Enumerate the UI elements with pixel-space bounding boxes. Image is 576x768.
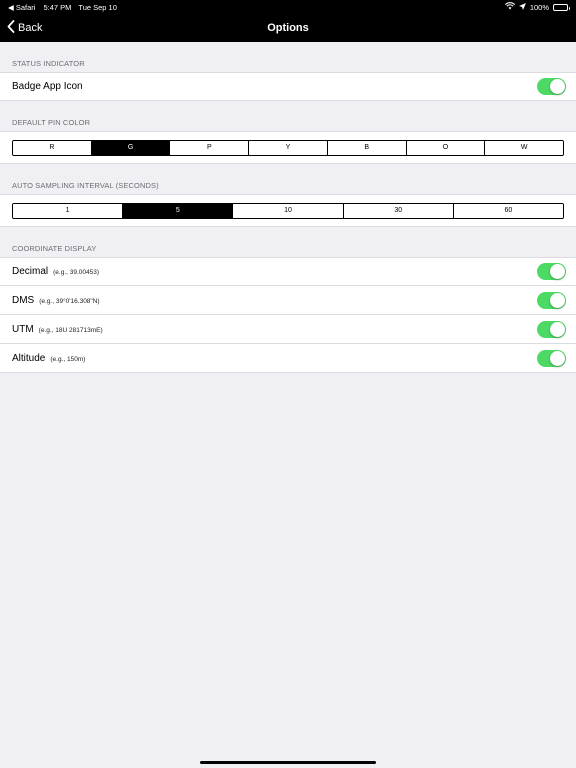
pin-color-row: RGPYBOW <box>0 131 576 164</box>
pin-color-segment-w[interactable]: W <box>484 140 563 155</box>
badge-app-icon-toggle[interactable] <box>537 78 566 95</box>
status-right: 100% <box>504 2 570 12</box>
coordinate-label: Altitude <box>12 352 46 364</box>
page-title: Options <box>267 22 309 34</box>
decimal-toggle[interactable] <box>537 263 566 280</box>
coordinate-row-utm: UTM (e.g., 18U 281713mE) <box>0 315 576 344</box>
back-label: Back <box>18 22 43 34</box>
wifi-icon <box>504 2 515 12</box>
badge-app-icon-row: Badge App Icon <box>0 72 576 101</box>
status-bar: ◀ Safari 5:47 PM Tue Sep 10 100% <box>0 0 576 14</box>
options-content: STATUS INDICATOR Badge App Icon DEFAULT … <box>0 42 576 373</box>
sampling-interval-segmented-control: 1 5 10 30 60 <box>12 202 564 219</box>
dms-toggle[interactable] <box>537 291 566 309</box>
battery-percent: 100% <box>529 2 549 12</box>
pin-color-segmented-control: RGPYBOW <box>12 139 564 156</box>
pin-color-segment-y[interactable]: Y <box>248 140 327 155</box>
coordinate-label: DMS <box>12 294 35 306</box>
utm-toggle[interactable] <box>537 320 566 338</box>
coordinate-row-dms: DMS (e.g., 39°0'16.308"N) <box>0 286 576 315</box>
altitude-toggle[interactable] <box>537 349 566 367</box>
pin-color-segment-r[interactable]: R <box>13 140 91 155</box>
home-indicator[interactable] <box>200 761 376 764</box>
sampling-segment-60[interactable]: 60 <box>452 203 563 218</box>
coordinate-row-decimal: Decimal (e.g., 39.00453) <box>0 257 576 286</box>
pin-color-segment-g[interactable]: G <box>90 140 170 155</box>
sampling-segment-1[interactable]: 1 <box>13 203 123 218</box>
location-arrow-icon <box>518 2 526 12</box>
pin-color-segment-o[interactable]: O <box>405 140 485 155</box>
pin-color-segment-p[interactable]: P <box>169 140 249 155</box>
sampling-segment-10[interactable]: 10 <box>232 203 343 218</box>
coordinate-row-altitude: Altitude (e.g., 150m) <box>0 344 576 373</box>
sampling-segment-30[interactable]: 30 <box>342 203 453 218</box>
back-button[interactable]: Back <box>7 14 42 42</box>
back-to-app-link[interactable]: ◀ Safari <box>8 3 35 12</box>
coordinate-label: Decimal <box>12 266 49 277</box>
sampling-segment-5[interactable]: 5 <box>122 203 233 218</box>
battery-icon <box>553 3 570 11</box>
coordinate-example: (e.g., 150m) <box>50 355 86 363</box>
status-left: ◀ Safari 5:47 PM Tue Sep 10 <box>8 3 117 12</box>
section-header-pin-color: DEFAULT PIN COLOR <box>12 118 91 127</box>
section-header-sampling: AUTO SAMPLING INTERVAL (SECONDS) <box>12 181 159 190</box>
coordinate-example: (e.g., 39.00453) <box>53 269 100 276</box>
section-header-status-indicator: STATUS INDICATOR <box>12 59 85 68</box>
navigation-bar: Back Options <box>0 14 576 42</box>
coordinate-example: (e.g., 39°0'16.308"N) <box>39 297 100 305</box>
badge-app-icon-label: Badge App Icon <box>12 81 83 92</box>
status-time: 5:47 PM <box>43 2 72 12</box>
sampling-row: 1 5 10 30 60 <box>0 194 576 227</box>
chevron-left-icon <box>7 20 15 36</box>
status-date: Tue Sep 10 <box>78 2 117 12</box>
coordinate-label: UTM <box>12 323 34 335</box>
section-header-coordinate-display: COORDINATE DISPLAY <box>12 244 97 253</box>
coordinate-example: (e.g., 18U 281713mE) <box>38 326 103 334</box>
pin-color-segment-b[interactable]: B <box>326 140 406 155</box>
